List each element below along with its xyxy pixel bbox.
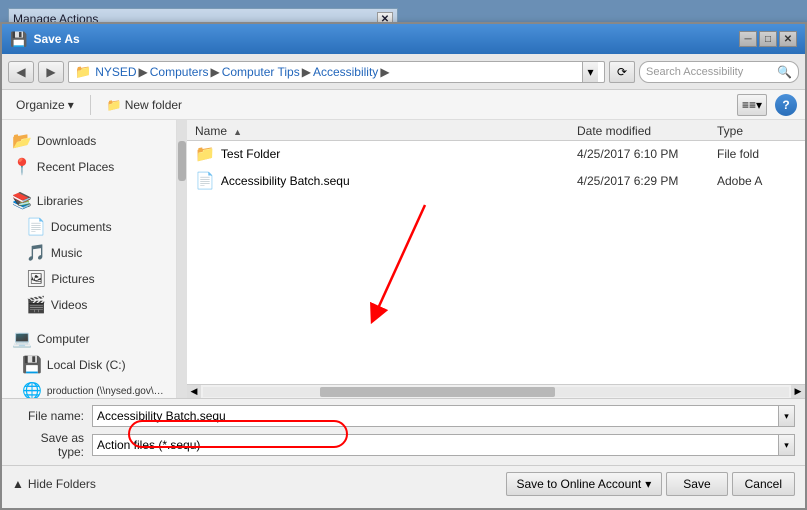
sidebar-item-libraries[interactable]: 📚 Libraries xyxy=(6,188,172,214)
savetype-label: Save as type: xyxy=(12,431,92,459)
col-name-header[interactable]: Name ▲ xyxy=(195,124,577,138)
sidebar-item-pictures[interactable]: 🖼 Pictures xyxy=(6,266,172,292)
filename-dropdown-btn[interactable]: ▾ xyxy=(779,405,795,427)
sidebar-item-production[interactable]: 🌐 production (\\nysed.gov\APP\Applicatio… xyxy=(6,378,172,398)
savetype-dropdown-btn[interactable]: ▾ xyxy=(779,434,795,456)
sidebar-item-downloads[interactable]: 📂 Downloads xyxy=(6,128,172,154)
help-button[interactable]: ? xyxy=(775,94,797,116)
dialog-title-icon: 💾 xyxy=(10,31,27,48)
sidebar-item-computer[interactable]: 💻 Computer xyxy=(6,326,172,352)
network-icon: 🌐 xyxy=(22,381,42,398)
sidebar-scroll-track[interactable] xyxy=(177,120,187,398)
sidebar-item-local-disk[interactable]: 💾 Local Disk (C:) xyxy=(6,352,172,378)
main-content: 📂 Downloads 📍 Recent Places 📚 Libraries … xyxy=(2,120,805,398)
search-icon: 🔍 xyxy=(777,65,792,79)
new-folder-icon: 📁 xyxy=(107,98,122,112)
savetype-select[interactable]: Action files (*.sequ) xyxy=(92,434,779,456)
save-online-dropdown-icon: ▾ xyxy=(645,477,651,491)
file-pane: Name ▲ Date modified Type 📁 Test Folder … xyxy=(187,120,805,398)
footer-row: ▲ Hide Folders Save to Online Account ▾ … xyxy=(2,465,805,502)
breadcrumb-dropdown-btn[interactable]: ▾ xyxy=(582,61,598,83)
file-date-accessibility-batch: 4/25/2017 6:29 PM xyxy=(577,174,717,188)
toolbar-separator xyxy=(90,95,91,115)
filename-input[interactable] xyxy=(92,405,779,427)
view-button[interactable]: ≡≡ ▾ xyxy=(737,94,767,116)
filename-label: File name: xyxy=(12,409,92,423)
savetype-row: Save as type: Action files (*.sequ) ▾ xyxy=(12,431,795,459)
breadcrumb-computers[interactable]: Computers xyxy=(150,65,209,79)
file-list: 📁 Test Folder 4/25/2017 6:10 PM File fol… xyxy=(187,141,805,384)
refresh-button[interactable]: ⟳ xyxy=(609,61,635,83)
dialog-minimize-btn[interactable]: ─ xyxy=(739,31,757,47)
file-type-test-folder: File fold xyxy=(717,147,797,161)
breadcrumb-folder-icon: 📁 xyxy=(75,64,91,80)
music-icon: 🎵 xyxy=(26,243,46,263)
save-button[interactable]: Save xyxy=(666,472,727,496)
scroll-right-btn[interactable]: ▶ xyxy=(791,385,805,399)
dialog-titlebar: 💾 Save As ─ □ ✕ xyxy=(2,24,805,54)
sidebar-item-recent-places[interactable]: 📍 Recent Places xyxy=(6,154,172,180)
scroll-thumb[interactable] xyxy=(320,387,554,397)
breadcrumb-bar[interactable]: 📁 NYSED ▶ Computers ▶ Computer Tips ▶ Ac… xyxy=(68,61,605,83)
file-row-test-folder[interactable]: 📁 Test Folder 4/25/2017 6:10 PM File fol… xyxy=(187,141,805,168)
local-disk-icon: 💾 xyxy=(22,355,42,375)
folder-icon: 📁 xyxy=(195,144,215,164)
dialog-close-btn[interactable]: ✕ xyxy=(779,31,797,47)
filename-row: File name: ▾ xyxy=(12,405,795,427)
recent-places-icon: 📍 xyxy=(12,157,32,177)
scroll-track[interactable] xyxy=(203,387,789,397)
file-date-test-folder: 4/25/2017 6:10 PM xyxy=(577,147,717,161)
search-box[interactable]: Search Accessibility 🔍 xyxy=(639,61,799,83)
file-pane-header: Name ▲ Date modified Type xyxy=(187,120,805,141)
file-name-accessibility-batch: Accessibility Batch.sequ xyxy=(221,174,577,188)
sidebar-item-videos[interactable]: 🎬 Videos xyxy=(6,292,172,318)
savetype-value: Action files (*.sequ) xyxy=(97,438,200,452)
horizontal-scrollbar[interactable]: ◀ ▶ xyxy=(187,384,805,398)
videos-icon: 🎬 xyxy=(26,295,46,315)
save-online-label: Save to Online Account xyxy=(517,477,642,491)
sort-indicator: ▲ xyxy=(233,127,242,137)
col-date-header[interactable]: Date modified xyxy=(577,124,717,138)
col-type-header[interactable]: Type xyxy=(717,124,797,138)
documents-icon: 📄 xyxy=(26,217,46,237)
file-name-test-folder: Test Folder xyxy=(221,147,577,161)
production-label: production (\\nysed.gov\APP\Applications… xyxy=(47,386,166,397)
nav-toolbar: ◀ ▶ 📁 NYSED ▶ Computers ▶ Computer Tips … xyxy=(2,54,805,90)
breadcrumb-nysed[interactable]: NYSED xyxy=(95,65,136,79)
scroll-left-btn[interactable]: ◀ xyxy=(187,385,201,399)
left-sidebar: 📂 Downloads 📍 Recent Places 📚 Libraries … xyxy=(2,120,177,398)
back-button[interactable]: ◀ xyxy=(8,61,34,83)
breadcrumb-computer-tips[interactable]: Computer Tips xyxy=(222,65,300,79)
libraries-icon: 📚 xyxy=(12,191,32,211)
search-placeholder-text: Search Accessibility xyxy=(646,66,743,78)
computer-icon: 💻 xyxy=(12,329,32,349)
file-row-accessibility-batch[interactable]: 📄 Accessibility Batch.sequ 4/25/2017 6:2… xyxy=(187,168,805,195)
dialog-maximize-btn[interactable]: □ xyxy=(759,31,777,47)
breadcrumb-accessibility[interactable]: Accessibility xyxy=(313,65,378,79)
hide-folders-icon: ▲ xyxy=(12,477,24,491)
forward-button[interactable]: ▶ xyxy=(38,61,64,83)
cancel-button[interactable]: Cancel xyxy=(732,472,795,496)
file-type-accessibility-batch: Adobe A xyxy=(717,174,797,188)
sidebar-item-documents[interactable]: 📄 Documents xyxy=(6,214,172,240)
new-folder-button[interactable]: 📁 New folder xyxy=(101,96,188,114)
organize-toolbar: Organize ▾ 📁 New folder ≡≡ ▾ ? xyxy=(2,90,805,120)
sidebar-scroll-thumb[interactable] xyxy=(178,141,186,181)
organize-button[interactable]: Organize ▾ xyxy=(10,96,80,114)
hide-folders-label: Hide Folders xyxy=(28,477,96,491)
dialog-title-text: Save As xyxy=(33,32,79,46)
hide-folders-button[interactable]: ▲ Hide Folders xyxy=(12,477,96,491)
bottom-section: File name: ▾ Save as type: Action files … xyxy=(2,398,805,465)
save-to-online-account-button[interactable]: Save to Online Account ▾ xyxy=(506,472,663,496)
pictures-icon: 🖼 xyxy=(26,269,46,289)
downloads-icon: 📂 xyxy=(12,131,32,151)
save-as-dialog: 💾 Save As ─ □ ✕ ◀ ▶ 📁 NYSED ▶ Computers … xyxy=(0,22,807,510)
sidebar-item-music[interactable]: 🎵 Music xyxy=(6,240,172,266)
sequ-file-icon: 📄 xyxy=(195,171,215,191)
